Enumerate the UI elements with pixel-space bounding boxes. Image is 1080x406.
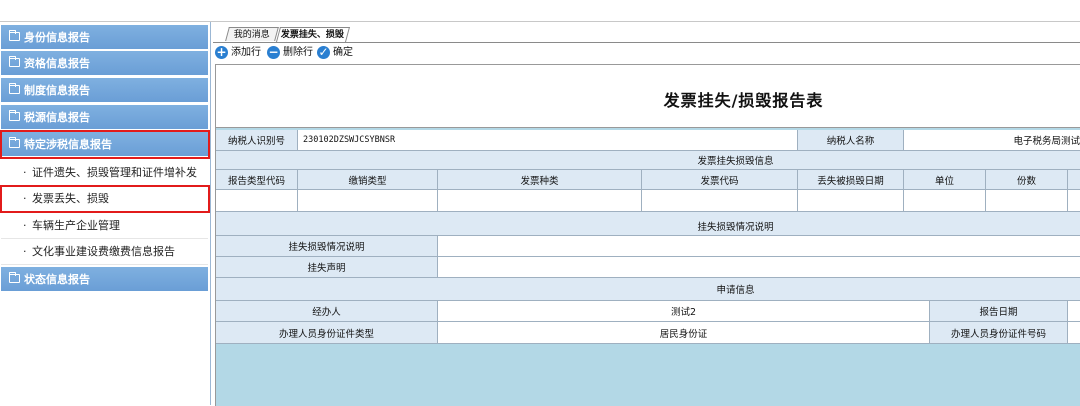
sidebar-group-qualification[interactable]: 资格信息报告 <box>1 51 208 76</box>
sidebar-item-invoice-loss[interactable]: · 发票丢失、损毁 <box>1 186 208 212</box>
declaration-label: 挂失声明 <box>216 257 438 278</box>
sidebar-group-status[interactable]: 状态信息报告 <box>1 267 208 292</box>
sidebar-group-label: 特定涉税信息报告 <box>24 138 112 151</box>
sidebar-group-label: 资格信息报告 <box>24 57 90 70</box>
section-title: 发票挂失损毁信息 <box>216 151 1080 170</box>
bullet: · <box>23 219 27 232</box>
id-number-input[interactable] <box>1068 322 1080 344</box>
column-header: 发票种类 <box>438 170 642 190</box>
column-header: 发票代码 <box>642 170 798 190</box>
table-cell[interactable] <box>642 190 798 212</box>
explanation-row: 挂失损毁情况说明 <box>216 236 1080 257</box>
add-row-button[interactable]: + 添加行 <box>215 46 265 60</box>
sidebar-item-label: 发票丢失、损毁 <box>32 192 109 205</box>
report-form: 发票挂失/损毁报告表 纳税人识别号 230102DZSWJCSYBNSR 纳税人… <box>215 64 1080 406</box>
check-icon: ✓ <box>317 45 330 59</box>
bullet: · <box>23 166 27 179</box>
sidebar-group-identity[interactable]: 身份信息报告 <box>1 25 208 50</box>
form-title-area: 发票挂失/损毁报告表 <box>216 65 1080 128</box>
taxpayer-id-value: 230102DZSWJCSYBNSR <box>298 130 798 151</box>
explanation-label: 挂失损毁情况说明 <box>216 236 438 257</box>
column-header: 份数 <box>986 170 1068 190</box>
declaration-row: 挂失声明 <box>216 257 1080 278</box>
sidebar-group-specific-tax[interactable]: 特定涉税信息报告 <box>1 132 208 157</box>
sidebar-item-certificate-loss[interactable]: · 证件遗失、损毁管理和证件增补发 <box>1 160 208 186</box>
id-number-label: 办理人员身份证件号码 <box>930 322 1068 344</box>
main-panel: 我的消息 发票挂失、损毁 + 添加行 − 删除行 ✓ 确定 发票挂失/损毁报告表… <box>213 22 1080 406</box>
section-loss-explanation: 挂失损毁情况说明 <box>216 217 1080 236</box>
button-label: 删除行 <box>283 47 313 58</box>
folder-icon <box>9 56 20 67</box>
table-cell[interactable] <box>904 190 986 212</box>
minus-icon: − <box>267 45 280 59</box>
column-header: 报告类型代码 <box>216 170 298 190</box>
taxpayer-id-label: 纳税人识别号 <box>216 130 298 151</box>
table-cell[interactable] <box>438 190 642 212</box>
tab-label: 发票挂失、损毁 <box>281 30 345 40</box>
report-date-input[interactable] <box>1068 301 1080 322</box>
section-title: 挂失损毁情况说明 <box>216 217 1080 236</box>
taxpayer-row: 纳税人识别号 230102DZSWJCSYBNSR 纳税人名称 电子税务局测试 <box>216 130 1080 151</box>
top-bar <box>0 0 1080 22</box>
confirm-button[interactable]: ✓ 确定 <box>317 46 357 60</box>
id-type-value[interactable]: 居民身份证 <box>438 322 930 344</box>
bullet: · <box>23 192 27 205</box>
agent-label: 经办人 <box>216 301 438 322</box>
folder-icon <box>9 83 20 94</box>
table-cell[interactable] <box>216 190 298 212</box>
taxpayer-name-label: 纳税人名称 <box>798 130 904 151</box>
id-type-label: 办理人员身份证件类型 <box>216 322 438 344</box>
report-date-label: 报告日期 <box>930 301 1068 322</box>
explanation-input[interactable] <box>438 236 1080 257</box>
tab-bar: 我的消息 发票挂失、损毁 <box>213 22 1080 43</box>
column-header: 缴销类型 <box>298 170 438 190</box>
table-cell[interactable] <box>798 190 904 212</box>
sidebar-item-culture-fee[interactable]: · 文化事业建设费缴费信息报告 <box>1 239 208 265</box>
table-row <box>216 190 1080 212</box>
section-invoice-loss-info: 发票挂失损毁信息 <box>216 151 1080 170</box>
toolbar: + 添加行 − 删除行 ✓ 确定 <box>213 43 1080 63</box>
section-application-info: 申请信息 <box>216 278 1080 301</box>
folder-icon <box>9 272 20 283</box>
sidebar-group-system[interactable]: 制度信息报告 <box>1 78 208 103</box>
sidebar-group-tax-source[interactable]: 税源信息报告 <box>1 105 208 130</box>
table-cell[interactable] <box>298 190 438 212</box>
plus-icon: + <box>215 45 228 59</box>
sidebar: 身份信息报告 资格信息报告 制度信息报告 税源信息报告 特定涉税信息报告 · 证… <box>0 22 211 405</box>
declaration-input[interactable] <box>438 257 1080 278</box>
column-header: 单位 <box>904 170 986 190</box>
form-title: 发票挂失/损毁报告表 <box>663 91 824 110</box>
table-cell[interactable] <box>986 190 1068 212</box>
column-header: 丢失被损毁日期 <box>798 170 904 190</box>
sidebar-group-label: 税源信息报告 <box>24 111 90 124</box>
table-cell[interactable] <box>1068 190 1080 212</box>
button-label: 确定 <box>333 47 353 58</box>
agent-row: 经办人 测试2 报告日期 <box>216 301 1080 322</box>
sidebar-group-label: 身份信息报告 <box>24 31 90 44</box>
id-row: 办理人员身份证件类型 居民身份证 办理人员身份证件号码 <box>216 322 1080 344</box>
sidebar-item-label: 证件遗失、损毁管理和证件增补发 <box>32 166 197 179</box>
folder-icon <box>9 30 20 41</box>
taxpayer-name-value: 电子税务局测试 <box>904 130 1080 151</box>
tab-label: 我的消息 <box>233 30 270 40</box>
sidebar-item-vehicle-enterprise[interactable]: · 车辆生产企业管理 <box>1 213 208 239</box>
tab-invoice-loss[interactable]: 发票挂失、损毁 <box>275 27 351 42</box>
sidebar-group-label: 状态信息报告 <box>24 273 90 286</box>
button-label: 添加行 <box>231 47 261 58</box>
tab-my-messages[interactable]: 我的消息 <box>225 27 279 41</box>
sidebar-group-label: 制度信息报告 <box>24 84 90 97</box>
delete-row-button[interactable]: − 删除行 <box>267 46 317 60</box>
open-folder-icon <box>9 137 20 148</box>
folder-icon <box>9 110 20 121</box>
sidebar-item-label: 文化事业建设费缴费信息报告 <box>32 245 175 258</box>
sidebar-item-label: 车辆生产企业管理 <box>32 219 120 232</box>
agent-value[interactable]: 测试2 <box>438 301 930 322</box>
column-header-extra <box>1068 170 1080 190</box>
section-title: 申请信息 <box>216 278 1080 301</box>
bullet: · <box>23 245 27 258</box>
table-header: 报告类型代码 缴销类型 发票种类 发票代码 丢失被损毁日期 单位 份数 <box>216 170 1080 190</box>
